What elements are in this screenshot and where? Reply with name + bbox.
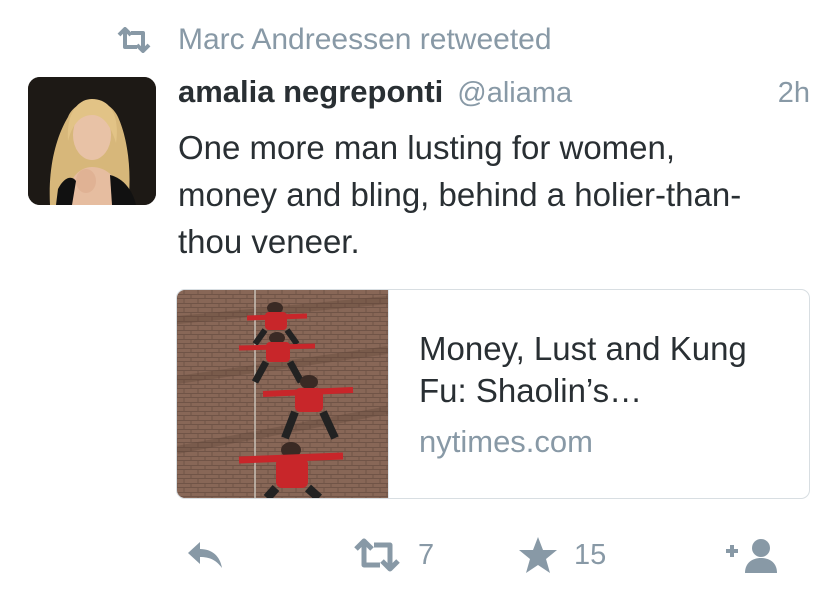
avatar[interactable] [28,77,156,205]
add-user-icon [726,539,777,573]
reply-button[interactable] [184,532,226,578]
tweet-actions: 7 15 [184,532,784,578]
display-name[interactable]: amalia negreponti [178,74,443,110]
link-card[interactable]: Money, Lust and Kung Fu: Shaolin’s… nyti… [176,289,810,499]
user-handle[interactable]: @aliama [457,77,572,110]
reply-icon [188,542,222,568]
star-icon [519,537,557,573]
timestamp[interactable]: 2h [778,77,810,110]
retweet-context-text[interactable]: Marc Andreessen retweeted [178,23,552,57]
retweet-icon [354,538,400,572]
kung-fu-practitioners-image [177,290,389,498]
retweet-context: Marc Andreessen retweeted [116,22,552,58]
card-image[interactable] [177,290,389,498]
favorite-button[interactable]: 15 [518,532,606,578]
tweet-header: amalia negreponti @aliama 2h [178,74,810,114]
card-body: Money, Lust and Kung Fu: Shaolin’s… nyti… [389,290,799,498]
retweet-count: 7 [418,538,435,571]
avatar-photo [28,77,156,205]
follow-button[interactable] [724,532,782,578]
card-title[interactable]: Money, Lust and Kung Fu: Shaolin’s… [419,328,799,412]
retweet-button[interactable]: 7 [352,532,434,578]
favorite-count: 15 [574,538,607,571]
retweet-icon [117,27,151,53]
tweet-text: One more man lusting for women, money an… [178,129,742,260]
card-domain: nytimes.com [419,424,593,459]
tweet[interactable]: Marc Andreessen retweeted amalia negrepo… [0,0,840,602]
